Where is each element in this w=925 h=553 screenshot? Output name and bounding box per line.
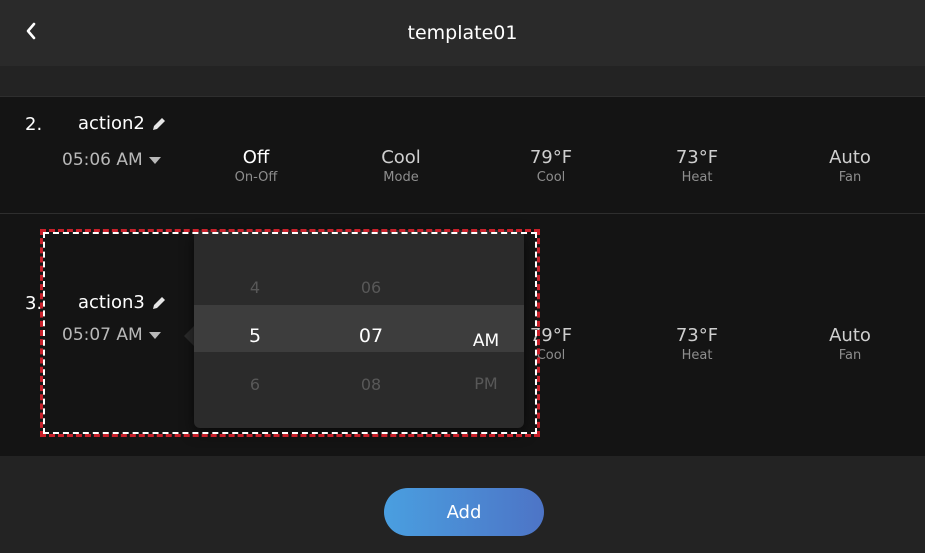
picker-minute-selected[interactable]: 07 (341, 325, 401, 347)
time-dropdown[interactable]: 05:06 AM (62, 150, 161, 170)
setting-value: Auto (829, 147, 871, 168)
setting-label: On-Off (234, 170, 278, 185)
picker-hour-option[interactable]: 4 (225, 278, 285, 297)
time-dropdown[interactable]: 05:07 AM (62, 325, 161, 345)
setting-value: Cool (381, 147, 421, 168)
setting-value: 73°F (675, 147, 719, 168)
setting-label: Mode (383, 170, 419, 185)
setting-mode[interactable]: Cool Mode (341, 147, 461, 185)
setting-label: Fan (838, 170, 862, 185)
picker-period-option[interactable]: PM (456, 374, 516, 393)
add-button[interactable]: Add (384, 488, 544, 536)
setting-cool-temp[interactable]: 79°F Cool (491, 147, 611, 185)
picker-minute-option[interactable]: 06 (341, 278, 401, 297)
action-name-field[interactable]: action3 (78, 292, 167, 313)
top-bar: template01 (0, 0, 925, 66)
action-index: 2. (25, 114, 43, 135)
caret-down-icon (148, 156, 161, 164)
spacer-band (0, 66, 925, 96)
action-name-field[interactable]: action2 (78, 113, 167, 134)
setting-value: Off (242, 147, 270, 168)
setting-fan[interactable]: Auto Fan (790, 325, 910, 363)
setting-value: Auto (829, 325, 871, 346)
setting-label: Cool (536, 170, 566, 185)
caret-down-icon (148, 331, 161, 339)
pencil-icon[interactable] (151, 116, 167, 132)
action-name: action2 (78, 113, 145, 134)
time-value: 05:07 AM (62, 325, 143, 345)
action-index: 3. (25, 293, 43, 314)
setting-label: Heat (681, 170, 713, 185)
time-value: 05:06 AM (62, 150, 143, 170)
setting-value: 79°F (529, 147, 573, 168)
setting-on-off[interactable]: Off On-Off (196, 147, 316, 185)
setting-label: Fan (838, 348, 862, 363)
setting-value: 73°F (675, 325, 719, 346)
setting-label: Heat (681, 348, 713, 363)
setting-fan[interactable]: Auto Fan (790, 147, 910, 185)
setting-heat-temp[interactable]: 73°F Heat (637, 147, 757, 185)
picker-hour-option[interactable]: 6 (225, 375, 285, 394)
pencil-icon[interactable] (151, 295, 167, 311)
picker-minute-option[interactable]: 08 (341, 375, 401, 394)
setting-heat-temp[interactable]: 73°F Heat (637, 325, 757, 363)
page-title: template01 (407, 22, 518, 44)
picker-hour-selected[interactable]: 5 (225, 325, 285, 347)
action-row-2: 2. action2 05:06 AM Off On-Off Cool Mode… (0, 96, 925, 213)
action-name: action3 (78, 292, 145, 313)
picker-pointer (184, 326, 194, 346)
picker-period-selected[interactable]: AM (456, 331, 516, 351)
